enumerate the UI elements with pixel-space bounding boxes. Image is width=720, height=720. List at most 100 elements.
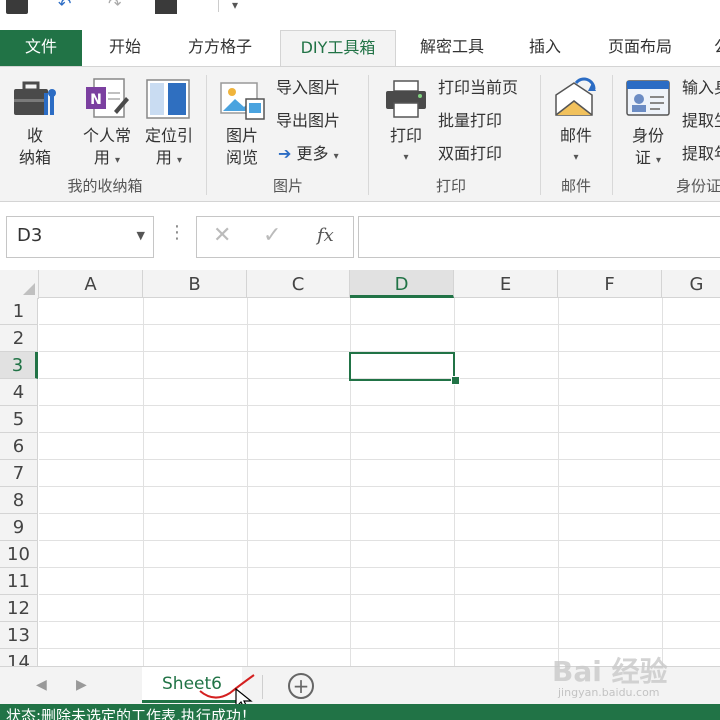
extract-age-button[interactable]: 提取年 xyxy=(682,143,720,165)
add-sheet-icon[interactable]: + xyxy=(288,673,314,699)
row-header-11[interactable]: 11 xyxy=(0,568,38,595)
watermark-url: jingyan.baidu.com xyxy=(558,686,660,699)
name-box[interactable]: D3 ▼ xyxy=(6,216,154,258)
export-picture-button[interactable]: 导出图片 xyxy=(276,110,340,132)
column-header-c[interactable]: C xyxy=(247,270,350,298)
tab-home[interactable]: 开始 xyxy=(92,30,158,66)
save-icon[interactable] xyxy=(6,0,28,14)
picture-browse-label-2: 阅览 xyxy=(225,148,258,167)
print-button[interactable]: 打印 ▾ xyxy=(382,125,430,169)
extract-birthday-button[interactable]: 提取生 xyxy=(682,110,720,132)
tab-page-layout[interactable]: 页面布局 xyxy=(592,30,688,66)
formula-input[interactable] xyxy=(358,216,720,258)
personal-common-button[interactable]: 个人常 用 ▾ xyxy=(78,125,136,172)
row-header-9[interactable]: 9 xyxy=(0,514,38,541)
select-all-icon xyxy=(23,283,35,295)
print-label: 打印 xyxy=(389,126,422,145)
id-card-button[interactable]: 身份 证 ▾ xyxy=(624,125,672,172)
excel-window: ↶ ↷ ▾ 文件 开始 方方格子 DIY工具箱 解密工具 插入 页面布局 公 xyxy=(0,0,720,720)
mail-button[interactable]: 邮件 ▾ xyxy=(552,125,600,169)
ribbon-panel: 收 纳箱 N 个人常 用 ▾ 定位引 用 ▾ 我的收纳箱 图片 阅览 导入图片 … xyxy=(0,66,720,202)
input-id-button[interactable]: 输入身 xyxy=(682,77,720,99)
confirm-icon[interactable]: ✓ xyxy=(263,223,281,248)
chevron-down-icon: ▾ xyxy=(573,152,579,163)
row-header-4[interactable]: 4 xyxy=(0,379,38,406)
more-label: 更多 xyxy=(296,144,329,163)
batch-print-button[interactable]: 批量打印 xyxy=(438,110,502,132)
row-header-5[interactable]: 5 xyxy=(0,406,38,433)
row-header-12[interactable]: 12 xyxy=(0,595,38,622)
worksheet-grid[interactable]: A B C D E F G 1 2 3 4 5 6 7 8 9 10 11 12… xyxy=(0,270,720,666)
tab-fangfang[interactable]: 方方格子 xyxy=(172,30,268,66)
toolbox-icon xyxy=(12,79,58,125)
cancel-icon[interactable]: ✕ xyxy=(213,223,231,248)
column-header-d[interactable]: D xyxy=(350,270,454,298)
watermark-logo: Bai 经验 xyxy=(552,655,668,688)
group-label-mail: 邮件 xyxy=(560,177,591,195)
column-header-g[interactable]: G xyxy=(662,270,720,298)
mail-icon xyxy=(552,77,598,125)
more-options-icon[interactable]: ⋮ xyxy=(168,222,186,243)
row-header-7[interactable]: 7 xyxy=(0,460,38,487)
column-header-e[interactable]: E xyxy=(454,270,558,298)
tab-diy-toolbox[interactable]: DIY工具箱 xyxy=(280,30,396,68)
collect-box-button[interactable]: 收 纳箱 xyxy=(10,125,60,169)
row-header-14[interactable]: 14 xyxy=(0,649,38,666)
group-label-print: 打印 xyxy=(435,177,466,195)
duplex-print-button[interactable]: 双面打印 xyxy=(438,143,502,165)
arrow-right-icon: ➔ xyxy=(278,144,292,163)
customize-toolbar-icon[interactable]: ▾ xyxy=(232,0,242,12)
ribbon-tabs: 文件 开始 方方格子 DIY工具箱 解密工具 插入 页面布局 公 xyxy=(0,30,720,68)
import-picture-button[interactable]: 导入图片 xyxy=(276,77,340,99)
fill-handle[interactable] xyxy=(451,376,460,385)
group-label-id: 身份证 xyxy=(676,177,720,195)
picture-browse-button[interactable]: 图片 阅览 xyxy=(214,125,270,169)
locate-reference-label-1: 定位引 xyxy=(144,126,193,145)
more-picture-button[interactable]: ➔ 更多 ▾ xyxy=(278,143,339,168)
undo-icon[interactable]: ↶ xyxy=(58,0,76,13)
name-box-value: D3 xyxy=(17,225,43,246)
tab-insert[interactable]: 插入 xyxy=(514,30,576,66)
chevron-down-icon: ▾ xyxy=(403,152,409,163)
toolbar-divider xyxy=(218,0,219,12)
chevron-down-icon: ▾ xyxy=(656,155,662,166)
row-header-13[interactable]: 13 xyxy=(0,622,38,649)
personal-common-label-1: 个人常 xyxy=(82,126,131,145)
column-header-b[interactable]: B xyxy=(143,270,247,298)
select-all-button[interactable] xyxy=(0,270,39,299)
row-header-10[interactable]: 10 xyxy=(0,541,38,568)
print-current-page-button[interactable]: 打印当前页 xyxy=(438,77,518,99)
group-divider xyxy=(206,75,207,195)
row-header-3[interactable]: 3 xyxy=(0,352,38,379)
tab-decrypt[interactable]: 解密工具 xyxy=(406,30,498,66)
collect-box-label-2: 纳箱 xyxy=(18,148,51,167)
personal-common-label-2: 用 xyxy=(93,148,110,167)
svg-text:N: N xyxy=(90,92,102,108)
row-header-1[interactable]: 1 xyxy=(0,298,38,325)
next-sheet-icon[interactable]: ▶ xyxy=(76,677,87,693)
chevron-down-icon[interactable]: ▼ xyxy=(137,229,145,242)
id-card-label-1: 身份 xyxy=(631,126,664,145)
chevron-down-icon: ▾ xyxy=(333,151,339,162)
form-icon[interactable] xyxy=(155,0,177,14)
row-header-2[interactable]: 2 xyxy=(0,325,38,352)
column-header-a[interactable]: A xyxy=(39,270,143,298)
id-card-icon xyxy=(626,79,670,123)
row-header-8[interactable]: 8 xyxy=(0,487,38,514)
prev-sheet-icon[interactable]: ◀ xyxy=(36,677,47,693)
tab-file[interactable]: 文件 xyxy=(0,30,82,66)
active-cell-d3[interactable] xyxy=(349,352,455,381)
group-label-picture: 图片 xyxy=(272,177,303,195)
locate-reference-label-2: 用 xyxy=(155,148,172,167)
onenote-icon: N xyxy=(84,77,130,125)
printer-icon xyxy=(384,79,428,123)
tab-formulas[interactable]: 公 xyxy=(702,30,720,66)
group-divider xyxy=(540,75,541,195)
group-divider xyxy=(368,75,369,195)
column-header-f[interactable]: F xyxy=(558,270,662,298)
annotation-stroke xyxy=(199,674,255,699)
row-header-6[interactable]: 6 xyxy=(0,433,38,460)
redo-icon[interactable]: ↷ xyxy=(108,0,126,13)
insert-function-icon[interactable]: fx xyxy=(317,225,334,246)
locate-reference-button[interactable]: 定位引 用 ▾ xyxy=(140,125,198,172)
